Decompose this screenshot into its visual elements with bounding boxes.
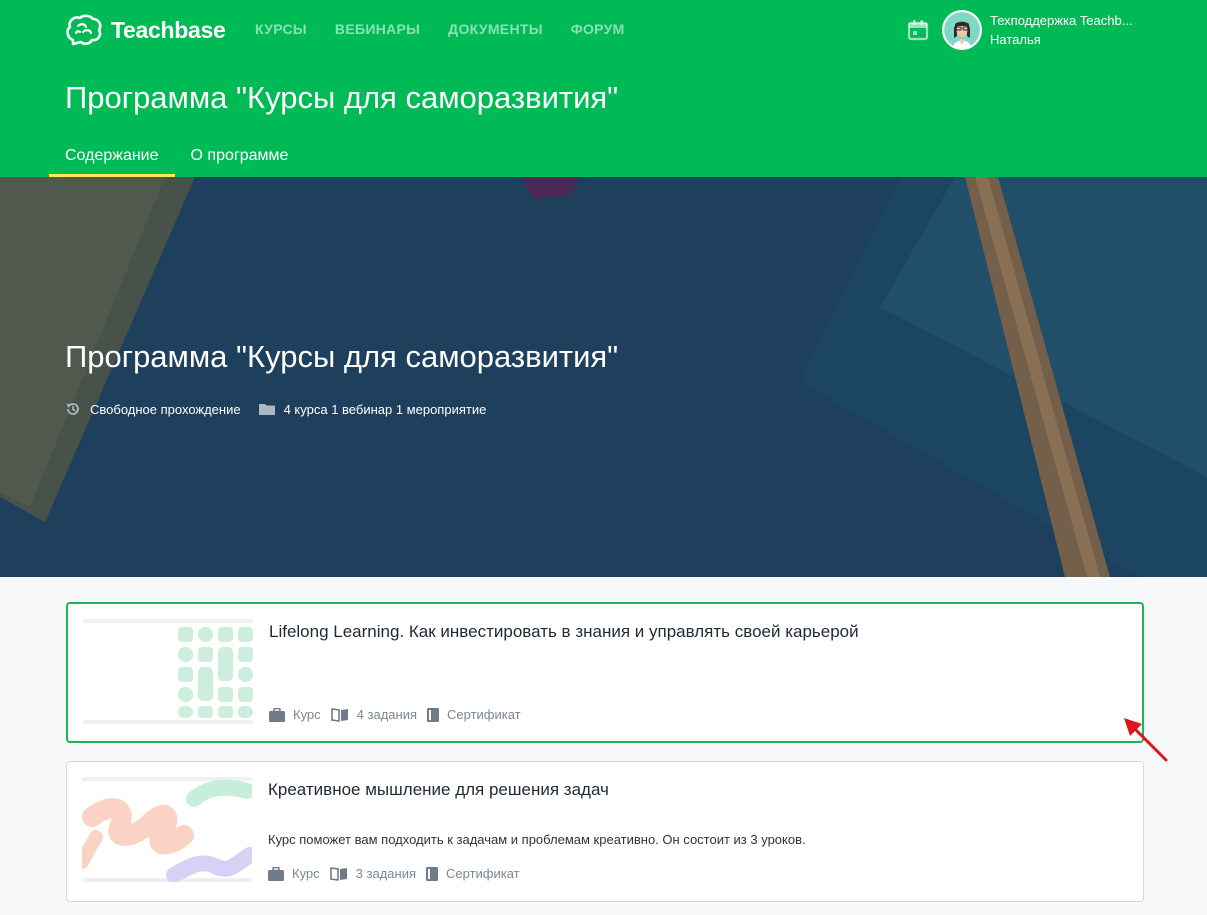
- course-certificate: Сертификат: [427, 707, 521, 722]
- course-meta: Курс 3 задания Сертификат: [268, 866, 530, 881]
- course-type-label: Курс: [292, 866, 320, 881]
- user-avatar-illustration: [944, 12, 980, 48]
- folder-icon: [258, 404, 275, 415]
- user-subname: Наталья: [990, 32, 1041, 47]
- tab-contents[interactable]: Содержание: [49, 137, 175, 177]
- thumbnail-icon-grid: [83, 619, 253, 724]
- user-name[interactable]: Техподдержка Teachb...: [990, 13, 1133, 28]
- briefcase-icon: [269, 707, 285, 722]
- hero-background: [0, 177, 1207, 577]
- brain-logo-icon: [66, 14, 102, 46]
- book-open-icon: [329, 866, 347, 881]
- hero-meta-mode: Свободное прохождение: [65, 401, 241, 417]
- hero-title: Программа "Курсы для саморазвития": [65, 339, 619, 374]
- hero-meta-contents-label: 4 курса 1 вебинар 1 мероприятие: [283, 401, 487, 417]
- main-nav: КУРСЫ ВЕБИНАРЫ ДОКУМЕНТЫ ФОРУМ: [255, 21, 625, 37]
- logo[interactable]: Teachbase: [65, 13, 226, 47]
- top-bar: Teachbase КУРСЫ ВЕБИНАРЫ ДОКУМЕНТЫ ФОРУМ: [0, 0, 1207, 60]
- course-card-creative-thinking[interactable]: Креативное мышление для решения задач Ку…: [66, 761, 1144, 902]
- hero-meta-contents: 4 курса 1 вебинар 1 мероприятие: [258, 401, 487, 417]
- page-title: Программа "Курсы для саморазвития": [65, 80, 619, 115]
- course-title[interactable]: Креативное мышление для решения задач: [268, 780, 609, 800]
- course-thumbnail: [82, 777, 252, 882]
- course-certificate-label: Сертификат: [446, 866, 520, 881]
- course-certificate: Сертификат: [426, 866, 520, 881]
- avatar[interactable]: [942, 10, 982, 50]
- course-type: Курс: [269, 707, 321, 722]
- tab-about[interactable]: О программе: [175, 137, 305, 177]
- calendar-icon[interactable]: [907, 19, 929, 41]
- course-tasks-label: 4 задания: [356, 707, 417, 722]
- course-tasks: 4 задания: [330, 707, 417, 722]
- briefcase-icon: [268, 866, 284, 881]
- program-tabs: Содержание О программе: [49, 137, 304, 177]
- course-description: Курс поможет вам подходить к задачам и п…: [268, 832, 806, 847]
- course-thumbnail: [83, 619, 253, 724]
- course-tasks-label: 3 задания: [355, 866, 416, 881]
- book-open-icon: [330, 707, 348, 722]
- course-meta: Курс 4 задания Сертификат: [269, 707, 531, 722]
- app-header: Teachbase КУРСЫ ВЕБИНАРЫ ДОКУМЕНТЫ ФОРУМ: [0, 0, 1207, 177]
- nav-documents[interactable]: ДОКУМЕНТЫ: [448, 21, 543, 37]
- certificate-icon: [427, 707, 439, 722]
- course-tasks: 3 задания: [329, 866, 416, 881]
- hero-meta-mode-label: Свободное прохождение: [90, 401, 241, 417]
- hero-meta: Свободное прохождение 4 курса 1 вебинар …: [65, 401, 504, 417]
- thumbnail-brush-strokes: [82, 777, 252, 882]
- program-hero: Программа "Курсы для саморазвития" Свобо…: [0, 177, 1207, 577]
- course-title[interactable]: Lifelong Learning. Как инвестировать в з…: [269, 622, 859, 642]
- course-card-lifelong-learning[interactable]: Lifelong Learning. Как инвестировать в з…: [66, 602, 1144, 743]
- course-type-label: Курс: [293, 707, 321, 722]
- brand-name: Teachbase: [111, 16, 226, 43]
- history-icon: [66, 403, 79, 415]
- certificate-icon: [426, 866, 438, 881]
- course-certificate-label: Сертификат: [447, 707, 521, 722]
- nav-forum[interactable]: ФОРУМ: [571, 21, 625, 37]
- nav-webinars[interactable]: ВЕБИНАРЫ: [335, 21, 420, 37]
- nav-courses[interactable]: КУРСЫ: [255, 21, 307, 37]
- course-type: Курс: [268, 866, 320, 881]
- red-arrow-annotation: [1124, 718, 1168, 762]
